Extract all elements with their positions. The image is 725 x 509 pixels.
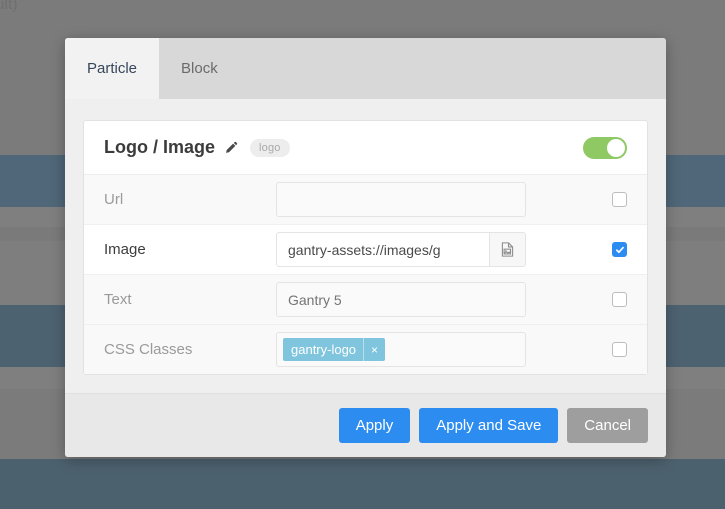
field-label-css-classes: CSS Classes	[104, 341, 193, 358]
particle-settings-modal: Particle Block Logo / Image logo Url Ima…	[65, 38, 666, 457]
field-control-url	[276, 182, 526, 217]
tab-block-label: Block	[181, 60, 218, 77]
css-classes-tag-input[interactable]: gantry-logo ×	[276, 332, 526, 367]
url-input[interactable]	[276, 182, 526, 217]
field-row-text: Text	[84, 275, 647, 325]
field-label-image: Image	[104, 241, 146, 258]
field-control-css-classes: gantry-logo ×	[276, 332, 526, 367]
apply-button[interactable]: Apply	[338, 408, 411, 443]
tag-item: gantry-logo ×	[283, 338, 386, 361]
field-override-text	[612, 292, 627, 307]
pencil-icon[interactable]	[224, 141, 238, 155]
field-control-text	[276, 282, 526, 317]
override-checkbox-image[interactable]	[612, 242, 627, 257]
field-override-image	[612, 242, 627, 257]
screen: ult) e 20% ▣ Head 10% header Particle Bl…	[0, 0, 725, 509]
image-file-icon[interactable]	[490, 232, 526, 267]
field-override-css-classes	[612, 342, 627, 357]
toggle-knob	[607, 138, 625, 157]
tag-label: gantry-logo	[291, 342, 357, 357]
tag-remove-icon[interactable]: ×	[363, 338, 385, 361]
apply-and-save-button[interactable]: Apply and Save	[419, 408, 559, 443]
card-header: Logo / Image logo	[84, 121, 647, 175]
override-checkbox-text[interactable]	[612, 292, 627, 307]
modal-tabbar: Particle Block	[65, 38, 666, 99]
text-input[interactable]	[276, 282, 526, 317]
cancel-button[interactable]: Cancel	[567, 408, 648, 443]
image-input[interactable]	[276, 232, 490, 267]
card-type-badge: logo	[250, 138, 290, 157]
particle-card: Logo / Image logo Url Image gantry-asset…	[83, 120, 648, 375]
tab-particle[interactable]: Particle	[65, 38, 160, 99]
modal-body: Logo / Image logo Url Image gantry-asset…	[65, 99, 666, 393]
tab-block[interactable]: Block	[159, 38, 240, 99]
field-row-url: Url	[84, 175, 647, 225]
field-row-css-classes: CSS Classes gantry-logo ×	[84, 325, 647, 374]
field-control-image	[276, 232, 526, 267]
card-title: Logo / Image	[104, 137, 216, 157]
override-checkbox-css-classes[interactable]	[612, 342, 627, 357]
modal-footer: Apply Apply and Save Cancel	[65, 393, 666, 457]
enable-toggle[interactable]	[583, 136, 627, 159]
override-checkbox-url[interactable]	[612, 192, 627, 207]
field-label-url: Url	[104, 191, 124, 208]
field-row-image: Image	[84, 225, 647, 275]
field-label-text: Text	[104, 291, 132, 308]
field-override-url	[612, 192, 627, 207]
tab-particle-label: Particle	[87, 60, 138, 77]
